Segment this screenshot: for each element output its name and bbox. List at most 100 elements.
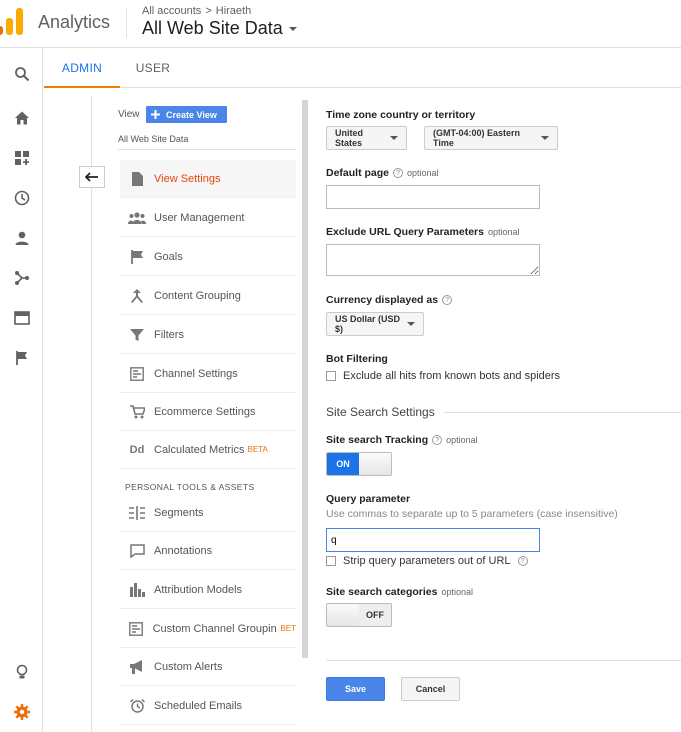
flag-icon bbox=[120, 249, 154, 264]
breadcrumb-all-accounts[interactable]: All accounts bbox=[142, 5, 201, 17]
person-icon[interactable] bbox=[0, 222, 43, 254]
nav-view-settings[interactable]: View Settings bbox=[120, 160, 296, 198]
currency-label-text: Currency displayed as bbox=[326, 294, 439, 306]
optional-tag: optional bbox=[487, 227, 520, 237]
toggle-on-label: ON bbox=[327, 453, 359, 475]
optional-tag: optional bbox=[441, 587, 474, 597]
create-view-label: Create View bbox=[166, 109, 217, 120]
breadcrumb: All accounts > Hiraeth bbox=[142, 5, 251, 17]
help-icon[interactable]: ? bbox=[432, 435, 443, 445]
alarm-clock-icon bbox=[120, 698, 154, 713]
timezone-label: Time zone country or territory bbox=[326, 109, 475, 121]
optional-tag: optional bbox=[407, 168, 439, 178]
breadcrumb-account[interactable]: Hiraeth bbox=[216, 5, 251, 17]
collapse-button[interactable] bbox=[79, 166, 105, 188]
caret-down-icon bbox=[407, 322, 415, 326]
help-icon[interactable]: ? bbox=[442, 295, 453, 305]
toggle-knob bbox=[327, 604, 359, 626]
default-page-label-text: Default page bbox=[326, 167, 390, 179]
home-icon[interactable] bbox=[0, 102, 43, 134]
nav-user-management[interactable]: User Management bbox=[120, 199, 296, 237]
nav-label: Scheduled Emails bbox=[154, 699, 243, 712]
nav-annotations[interactable]: Annotations bbox=[120, 532, 296, 570]
hierarchy-line bbox=[91, 96, 92, 732]
nav-channel-settings[interactable]: Channel Settings bbox=[120, 355, 296, 393]
currency-label: Currency displayed as ? bbox=[326, 294, 453, 306]
view-column-label: View bbox=[118, 109, 140, 120]
cancel-button[interactable]: Cancel bbox=[401, 677, 460, 701]
help-icon[interactable]: ? bbox=[393, 168, 404, 178]
customization-icon[interactable] bbox=[0, 142, 43, 174]
country-select[interactable]: United States bbox=[326, 126, 407, 150]
site-search-settings-header: Site Search Settings bbox=[326, 405, 435, 419]
exclude-params-textarea[interactable] bbox=[326, 244, 540, 276]
nav-segments[interactable]: Segments bbox=[120, 494, 296, 532]
nav-label: Ecommerce Settings bbox=[154, 405, 256, 418]
nav-label: View Settings bbox=[154, 172, 221, 185]
analytics-logo-icon[interactable] bbox=[0, 6, 26, 36]
currency-select[interactable]: US Dollar (USD $) bbox=[326, 312, 424, 336]
nav-ecommerce-settings[interactable]: Ecommerce Settings bbox=[120, 393, 296, 431]
timezone-value: (GMT-04:00) Eastern Time bbox=[433, 128, 521, 148]
nav-filters[interactable]: Filters bbox=[120, 316, 296, 354]
nav-calculated-metrics[interactable]: Dd Calculated Metrics BETA bbox=[120, 431, 296, 469]
help-icon[interactable]: ? bbox=[517, 556, 528, 566]
strip-params-label: Strip query parameters out of URL bbox=[343, 555, 511, 567]
beta-badge: BETA bbox=[247, 445, 268, 454]
clock-icon[interactable] bbox=[0, 182, 43, 214]
bot-filtering-checkbox[interactable] bbox=[326, 371, 336, 381]
plus-icon bbox=[151, 110, 160, 119]
divider bbox=[326, 660, 681, 661]
nav-label: Goals bbox=[154, 250, 183, 263]
caret-down-icon bbox=[390, 136, 398, 140]
country-value: United States bbox=[335, 128, 363, 148]
section-header: PERSONAL TOOLS & ASSETS bbox=[125, 482, 255, 492]
site-search-categories-label: Site search categories optional bbox=[326, 586, 473, 598]
nav-content-grouping[interactable]: Content Grouping bbox=[120, 277, 296, 315]
nav-label: User Management bbox=[154, 211, 245, 224]
view-selector[interactable]: All Web Site Data bbox=[142, 18, 297, 39]
nav-attribution-models[interactable]: Attribution Models bbox=[120, 571, 296, 609]
timezone-select[interactable]: (GMT-04:00) Eastern Time bbox=[424, 126, 558, 150]
tab-user[interactable]: USER bbox=[120, 48, 186, 88]
behavior-icon[interactable] bbox=[0, 302, 43, 334]
flag-icon[interactable] bbox=[0, 342, 43, 374]
default-page-input[interactable] bbox=[326, 185, 540, 209]
default-page-label: Default page ? optional bbox=[326, 167, 439, 179]
acquisition-icon[interactable] bbox=[0, 262, 43, 294]
nav-label: Filters bbox=[154, 328, 184, 341]
gear-icon[interactable] bbox=[0, 696, 43, 728]
caret-down-icon bbox=[541, 136, 549, 140]
nav-label: Calculated Metrics bbox=[154, 443, 245, 456]
lightbulb-icon[interactable] bbox=[0, 656, 43, 688]
nav-scheduled-emails[interactable]: Scheduled Emails bbox=[120, 687, 296, 725]
strip-params-checkbox[interactable] bbox=[326, 556, 336, 566]
caret-down-icon bbox=[288, 26, 297, 31]
nav-label: Segments bbox=[154, 506, 204, 519]
site-search-categories-toggle[interactable]: OFF bbox=[326, 603, 392, 627]
query-parameter-label: Query parameter bbox=[326, 493, 410, 505]
save-button[interactable]: Save bbox=[326, 677, 385, 701]
dd-icon: Dd bbox=[129, 443, 145, 456]
nav-label: Content Grouping bbox=[154, 289, 241, 302]
query-parameter-label-text: Query parameter bbox=[326, 493, 411, 505]
nav-label: Custom Channel Grouping bbox=[152, 622, 278, 635]
app-header: Analytics All accounts > Hiraeth All Web… bbox=[0, 0, 681, 48]
app-title: Analytics bbox=[38, 12, 111, 32]
search-icon[interactable] bbox=[0, 58, 43, 90]
left-panel-scrollbar[interactable] bbox=[302, 100, 308, 658]
site-search-tracking-toggle[interactable]: ON bbox=[326, 452, 392, 476]
bot-filtering-row: Exclude all hits from known bots and spi… bbox=[326, 370, 560, 382]
exclude-params-label-text: Exclude URL Query Parameters bbox=[326, 226, 484, 238]
nav-custom-alerts[interactable]: Custom Alerts bbox=[120, 648, 296, 686]
selected-view-name: All Web Site Data bbox=[118, 134, 189, 144]
segments-icon bbox=[120, 505, 154, 520]
nav-custom-channel-grouping[interactable]: Custom Channel Grouping BET bbox=[120, 610, 296, 648]
query-parameter-input[interactable] bbox=[326, 528, 540, 552]
tab-admin[interactable]: ADMIN bbox=[44, 48, 120, 88]
channel-icon bbox=[120, 621, 153, 636]
create-view-button[interactable]: Create View bbox=[146, 106, 227, 123]
nav-label: Attribution Models bbox=[154, 583, 243, 596]
site-search-categories-label-text: Site search categories bbox=[326, 586, 438, 598]
nav-goals[interactable]: Goals bbox=[120, 238, 296, 276]
